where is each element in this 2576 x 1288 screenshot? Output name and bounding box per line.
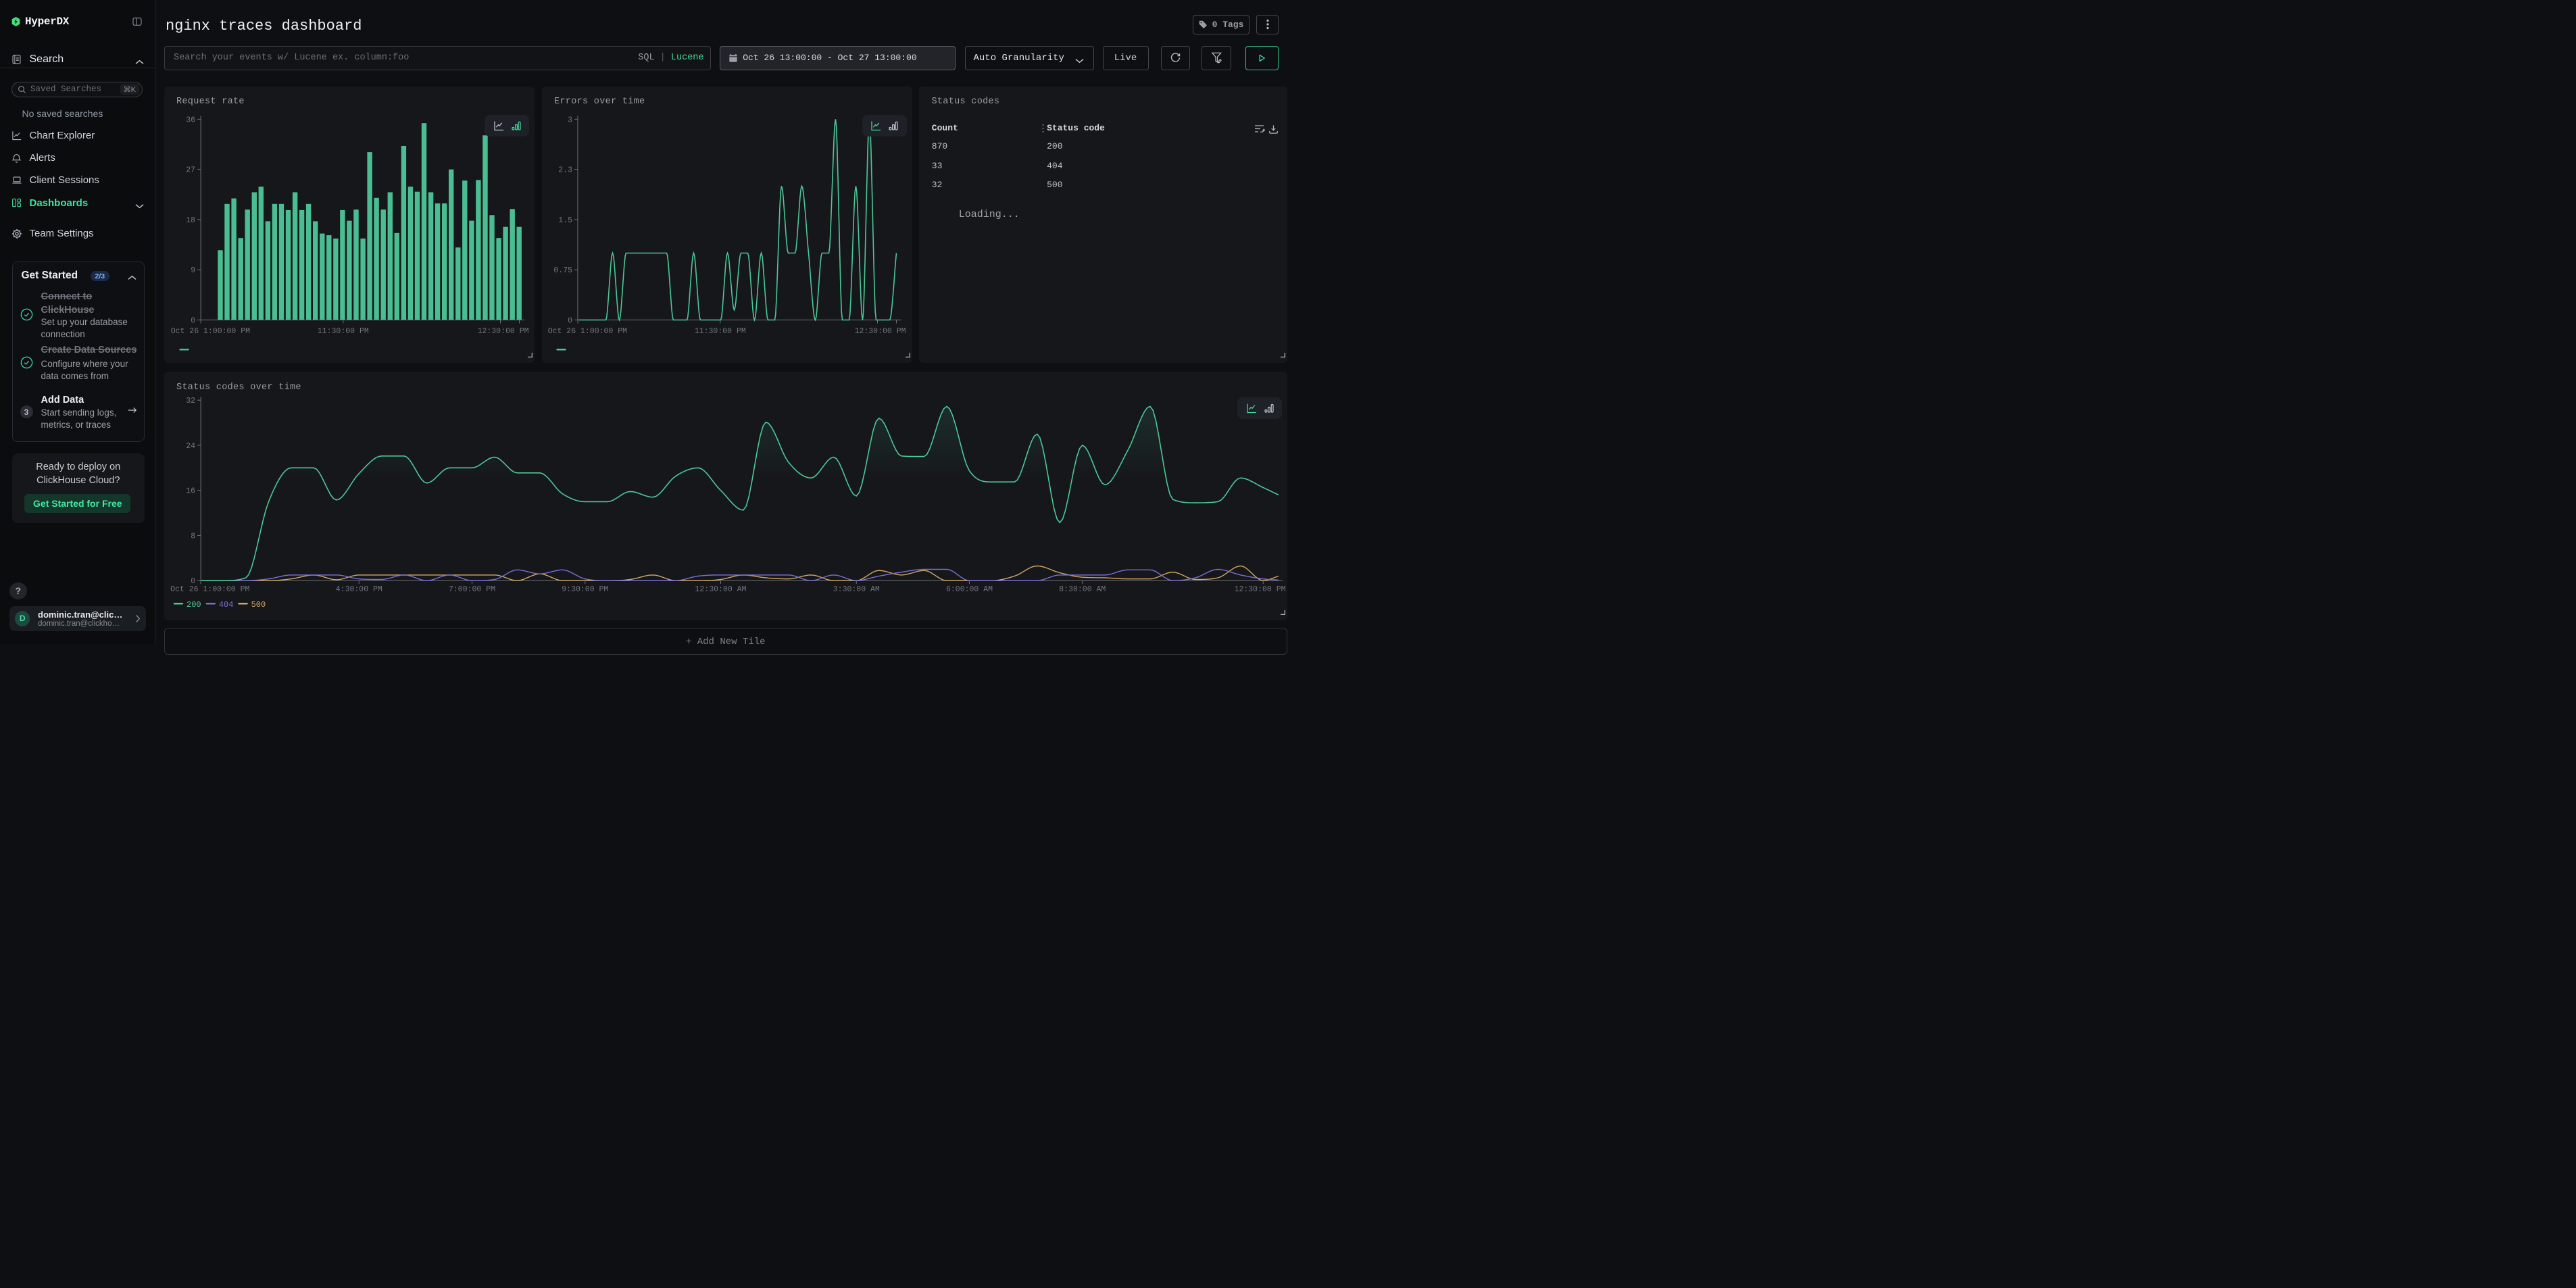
svg-text:0: 0 bbox=[568, 316, 572, 325]
svg-text:8:30:00 AM: 8:30:00 AM bbox=[1059, 585, 1106, 594]
svg-text:4:30:00 PM: 4:30:00 PM bbox=[335, 585, 382, 594]
svg-text:Oct 26 1:00:00 PM: Oct 26 1:00:00 PM bbox=[547, 327, 626, 336]
svg-text:9: 9 bbox=[191, 266, 195, 275]
svg-text:12:30:00 PM: 12:30:00 PM bbox=[854, 327, 906, 336]
svg-text:6:00:00 AM: 6:00:00 AM bbox=[945, 585, 992, 594]
svg-text:8: 8 bbox=[191, 532, 195, 541]
svg-text:0.75: 0.75 bbox=[553, 266, 572, 275]
svg-text:36: 36 bbox=[186, 116, 195, 124]
svg-text:404: 404 bbox=[218, 600, 233, 610]
svg-text:Oct 26 1:00:00 PM: Oct 26 1:00:00 PM bbox=[170, 585, 249, 594]
svg-text:2.3: 2.3 bbox=[558, 166, 572, 174]
svg-text:3: 3 bbox=[568, 116, 572, 124]
svg-text:0: 0 bbox=[191, 316, 195, 325]
svg-text:16: 16 bbox=[186, 487, 195, 496]
svg-text:Oct 26 1:00:00 PM: Oct 26 1:00:00 PM bbox=[170, 327, 249, 336]
svg-text:12:30:00 AM: 12:30:00 AM bbox=[695, 585, 746, 594]
svg-text:18: 18 bbox=[186, 216, 195, 224]
svg-text:11:30:00 PM: 11:30:00 PM bbox=[317, 327, 368, 336]
svg-text:11:30:00 PM: 11:30:00 PM bbox=[694, 327, 745, 336]
svg-text:27: 27 bbox=[186, 166, 195, 174]
svg-text:500: 500 bbox=[251, 600, 266, 610]
svg-text:32: 32 bbox=[186, 397, 195, 405]
svg-text:200: 200 bbox=[187, 600, 201, 610]
svg-text:1.5: 1.5 bbox=[558, 216, 572, 224]
svg-text:7:00:00 PM: 7:00:00 PM bbox=[448, 585, 495, 594]
svg-text:3:30:00 AM: 3:30:00 AM bbox=[833, 585, 879, 594]
svg-text:12:30:00 PM: 12:30:00 PM bbox=[1234, 585, 1285, 594]
svg-text:9:30:00 PM: 9:30:00 PM bbox=[562, 585, 608, 594]
svg-text:24: 24 bbox=[186, 442, 195, 451]
svg-text:12:30:00 PM: 12:30:00 PM bbox=[477, 327, 528, 336]
